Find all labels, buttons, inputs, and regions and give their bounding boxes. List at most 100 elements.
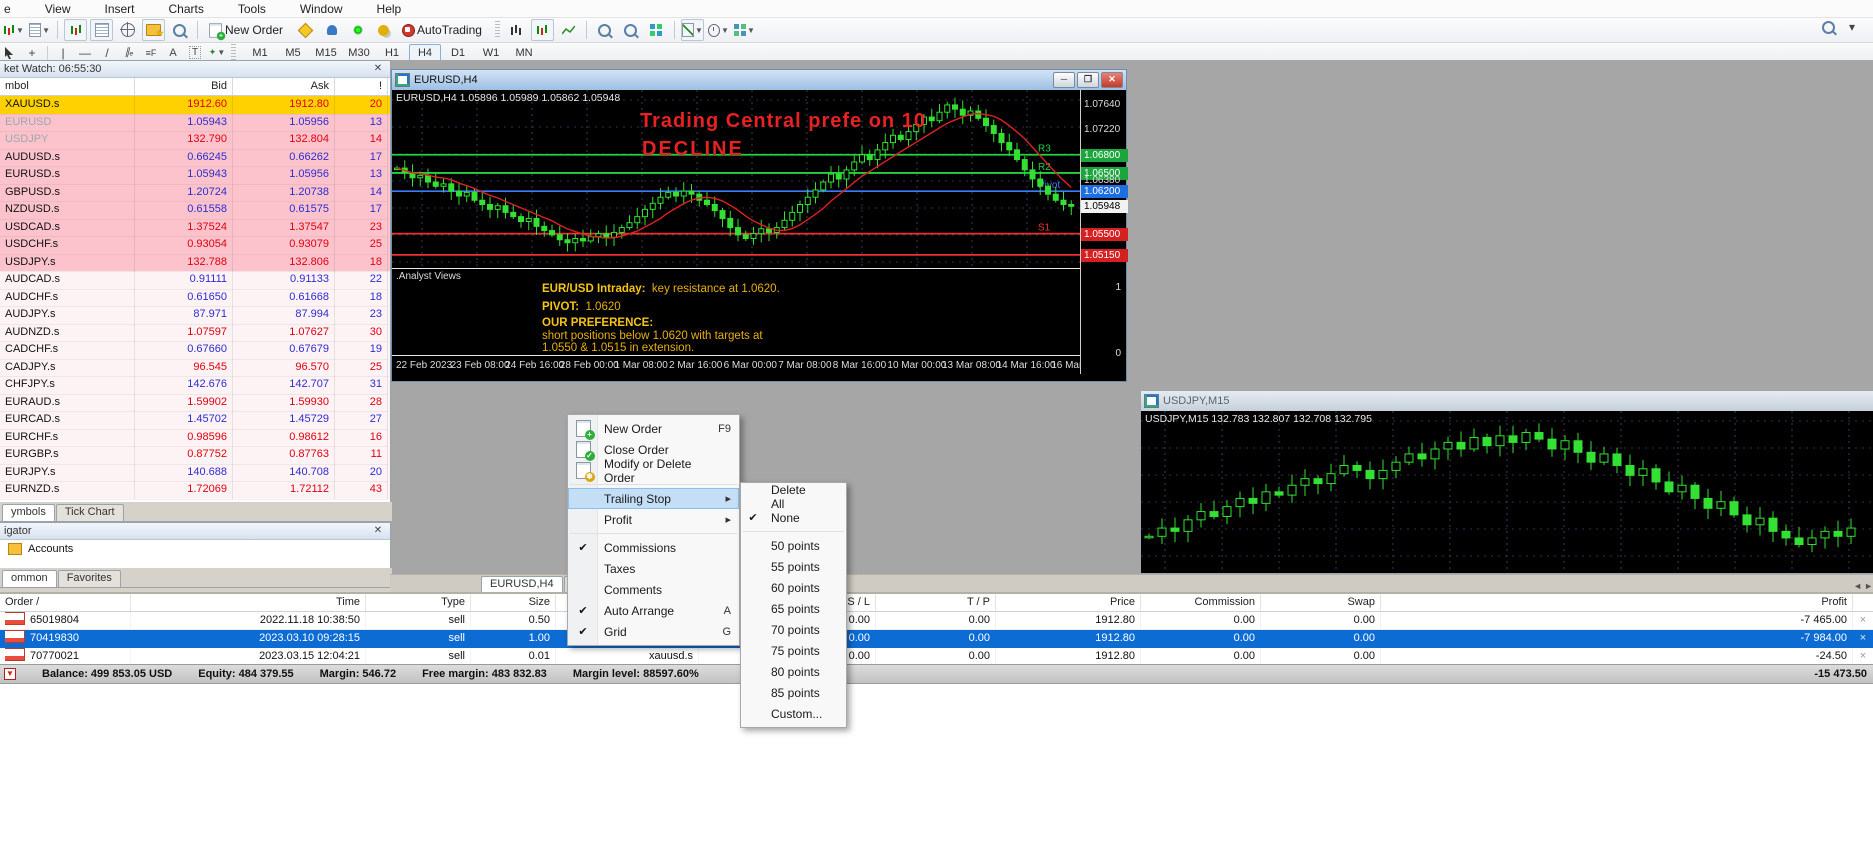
order-row-70419830[interactable]: 704198302023.03.10 09:28:15sell1.00xauus… xyxy=(0,630,1873,648)
timeframe-m1[interactable]: M1 xyxy=(244,44,276,62)
autotrading-button[interactable]: AutoTrading xyxy=(398,19,490,41)
chart-tab-eurusd[interactable]: EURUSD,H4 xyxy=(481,576,563,593)
navigator-button[interactable] xyxy=(116,19,139,41)
column-type[interactable]: Type xyxy=(365,594,470,611)
market-watch-row-eurusd-s[interactable]: EURUSD.s1.059431.0595613 xyxy=(0,166,390,184)
menu-item-comments[interactable]: Comments xyxy=(568,579,739,600)
menu-item-75-points[interactable]: 75 points xyxy=(741,640,846,661)
menu-help[interactable]: Help xyxy=(377,2,402,16)
toolbar-drag-handle[interactable] xyxy=(231,44,236,62)
templates-button[interactable]: ▼ xyxy=(733,19,756,41)
column-size[interactable]: Size xyxy=(470,594,555,611)
menu-tools[interactable]: Tools xyxy=(238,2,266,16)
column-order[interactable]: Order / xyxy=(0,594,130,611)
vertical-line-button[interactable]: | xyxy=(53,44,73,62)
periods-button[interactable]: ▼ xyxy=(707,19,730,41)
usdjpy-window-titlebar[interactable]: USDJPY,M15 xyxy=(1141,391,1873,411)
scroll-left-icon[interactable]: ◄ xyxy=(1853,581,1862,591)
tab-common[interactable]: ommon xyxy=(2,570,57,587)
market-watch-row-gbpusd-s[interactable]: GBPUSD.s1.207241.2073814 xyxy=(0,184,390,202)
column-bid[interactable]: Bid xyxy=(135,78,233,95)
market-watch-row-usdchf-s[interactable]: USDCHF.s0.930540.9307925 xyxy=(0,236,390,254)
close-order-icon[interactable]: × xyxy=(1852,630,1873,647)
market-watch-row-eurcad-s[interactable]: EURCAD.s1.457021.4572927 xyxy=(0,411,390,429)
menu-item-new-order[interactable]: New OrderF9 xyxy=(568,418,739,439)
indicators-button[interactable]: ▼ xyxy=(681,19,704,41)
menu-item-55-points[interactable]: 55 points xyxy=(741,556,846,577)
tab-symbols[interactable]: ymbols xyxy=(2,504,55,521)
menu-item-grid[interactable]: ✔GridG xyxy=(568,621,739,642)
menu-file-partial[interactable]: e xyxy=(4,2,11,16)
timeframe-d1[interactable]: D1 xyxy=(442,44,474,62)
column-price[interactable]: Price xyxy=(995,594,1140,611)
zoom-in-button[interactable] xyxy=(593,19,616,41)
bar-chart-button[interactable] xyxy=(505,19,528,41)
column-commission[interactable]: Commission xyxy=(1140,594,1260,611)
order-row-65019804[interactable]: 650198042022.11.18 10:38:50sell0.50xauus… xyxy=(0,612,1873,630)
market-watch-row-usdjpy-s[interactable]: USDJPY.s132.788132.80618 xyxy=(0,254,390,272)
text-label-button[interactable]: T xyxy=(185,44,205,62)
menu-view[interactable]: View xyxy=(45,2,71,16)
menu-item-85-points[interactable]: 85 points xyxy=(741,682,846,703)
column-ask[interactable]: Ask xyxy=(233,78,335,95)
zoom-out-button[interactable] xyxy=(619,19,642,41)
column-tp[interactable]: T / P xyxy=(875,594,995,611)
market-watch-row-nzdusd-s[interactable]: NZDUSD.s0.615580.6157517 xyxy=(0,201,390,219)
timeframe-m30[interactable]: M30 xyxy=(343,44,375,62)
market-watch-row-eurchf-s[interactable]: EURCHF.s0.985960.9861216 xyxy=(0,429,390,447)
minimize-button[interactable]: ─ xyxy=(1053,72,1075,88)
new-order-button[interactable]: New Order xyxy=(204,19,291,41)
timeframe-mn[interactable]: MN xyxy=(508,44,540,62)
equidistant-channel-button[interactable]: ∥ₑ xyxy=(119,44,139,62)
close-order-icon[interactable]: × xyxy=(1852,648,1873,665)
menu-item-modify-or-delete-order[interactable]: Modify or Delete Order xyxy=(568,460,739,481)
timeframe-h4[interactable]: H4 xyxy=(409,44,441,62)
cursor-tool-button[interactable] xyxy=(0,44,20,62)
close-button[interactable]: ✕ xyxy=(1101,72,1123,88)
tile-windows-button[interactable] xyxy=(645,19,668,41)
column-spread[interactable]: ! xyxy=(335,78,388,95)
chart-profile-button[interactable]: ▼ xyxy=(2,19,25,41)
toolbar-drag-handle[interactable] xyxy=(495,21,500,39)
arrows-button[interactable]: ✦▼ xyxy=(207,44,227,62)
column-swap[interactable]: Swap xyxy=(1260,594,1380,611)
candlestick-chart-button[interactable] xyxy=(531,19,554,41)
eurusd-price-axis[interactable]: 1 0 1.076401.072201.068001.065001.063801… xyxy=(1080,90,1125,374)
search-icon[interactable] xyxy=(1822,21,1835,34)
trendline-button[interactable]: / xyxy=(97,44,117,62)
terminal-button[interactable] xyxy=(142,19,165,41)
menu-insert[interactable]: Insert xyxy=(104,2,134,16)
market-watch-row-audusd-s[interactable]: AUDUSD.s0.662450.6626217 xyxy=(0,149,390,167)
menu-item-taxes[interactable]: Taxes xyxy=(568,558,739,579)
menu-item-60-points[interactable]: 60 points xyxy=(741,577,846,598)
timeframe-m5[interactable]: M5 xyxy=(277,44,309,62)
close-order-icon[interactable]: × xyxy=(1852,612,1873,629)
expert-advisors-button[interactable] xyxy=(320,19,343,41)
metaeditor-button[interactable] xyxy=(294,19,317,41)
crosshair-tool-button[interactable]: + xyxy=(22,44,42,62)
horizontal-line-button[interactable]: — xyxy=(75,44,95,62)
column-symbol[interactable]: mbol xyxy=(0,78,135,95)
options-button[interactable] xyxy=(372,19,395,41)
timeframe-h1[interactable]: H1 xyxy=(376,44,408,62)
tab-tick-chart[interactable]: Tick Chart xyxy=(56,504,124,521)
menu-item-custom[interactable]: Custom... xyxy=(741,703,846,724)
profiles-button[interactable]: ▼ xyxy=(28,19,51,41)
market-watch-row-eurgbp-s[interactable]: EURGBP.s0.877520.8776311 xyxy=(0,446,390,464)
eurusd-window-titlebar[interactable]: EURUSD,H4 ─ ❐ ✕ xyxy=(392,70,1126,90)
timeframe-m15[interactable]: M15 xyxy=(310,44,342,62)
market-watch-row-usdcad-s[interactable]: USDCAD.s1.375241.3754723 xyxy=(0,219,390,237)
strategy-tester-button[interactable] xyxy=(168,19,191,41)
line-chart-button[interactable] xyxy=(557,19,580,41)
usdjpy-candle-chart[interactable] xyxy=(1141,411,1873,571)
column-time[interactable]: Time xyxy=(130,594,365,611)
text-tool-button[interactable]: A xyxy=(163,44,183,62)
data-window-button[interactable] xyxy=(90,19,113,41)
market-watch-row-usdjpy[interactable]: USDJPY132.790132.80414 xyxy=(0,131,390,149)
market-watch-button[interactable] xyxy=(64,19,87,41)
market-watch-row-cadjpy-s[interactable]: CADJPY.s96.54596.57025 xyxy=(0,359,390,377)
column-profit[interactable]: Profit xyxy=(1380,594,1852,611)
menu-item-delete-all[interactable]: Delete All xyxy=(741,486,846,507)
toolbar-options-icon[interactable]: ▾ xyxy=(1849,20,1855,34)
menu-item-auto-arrange[interactable]: ✔Auto ArrangeA xyxy=(568,600,739,621)
